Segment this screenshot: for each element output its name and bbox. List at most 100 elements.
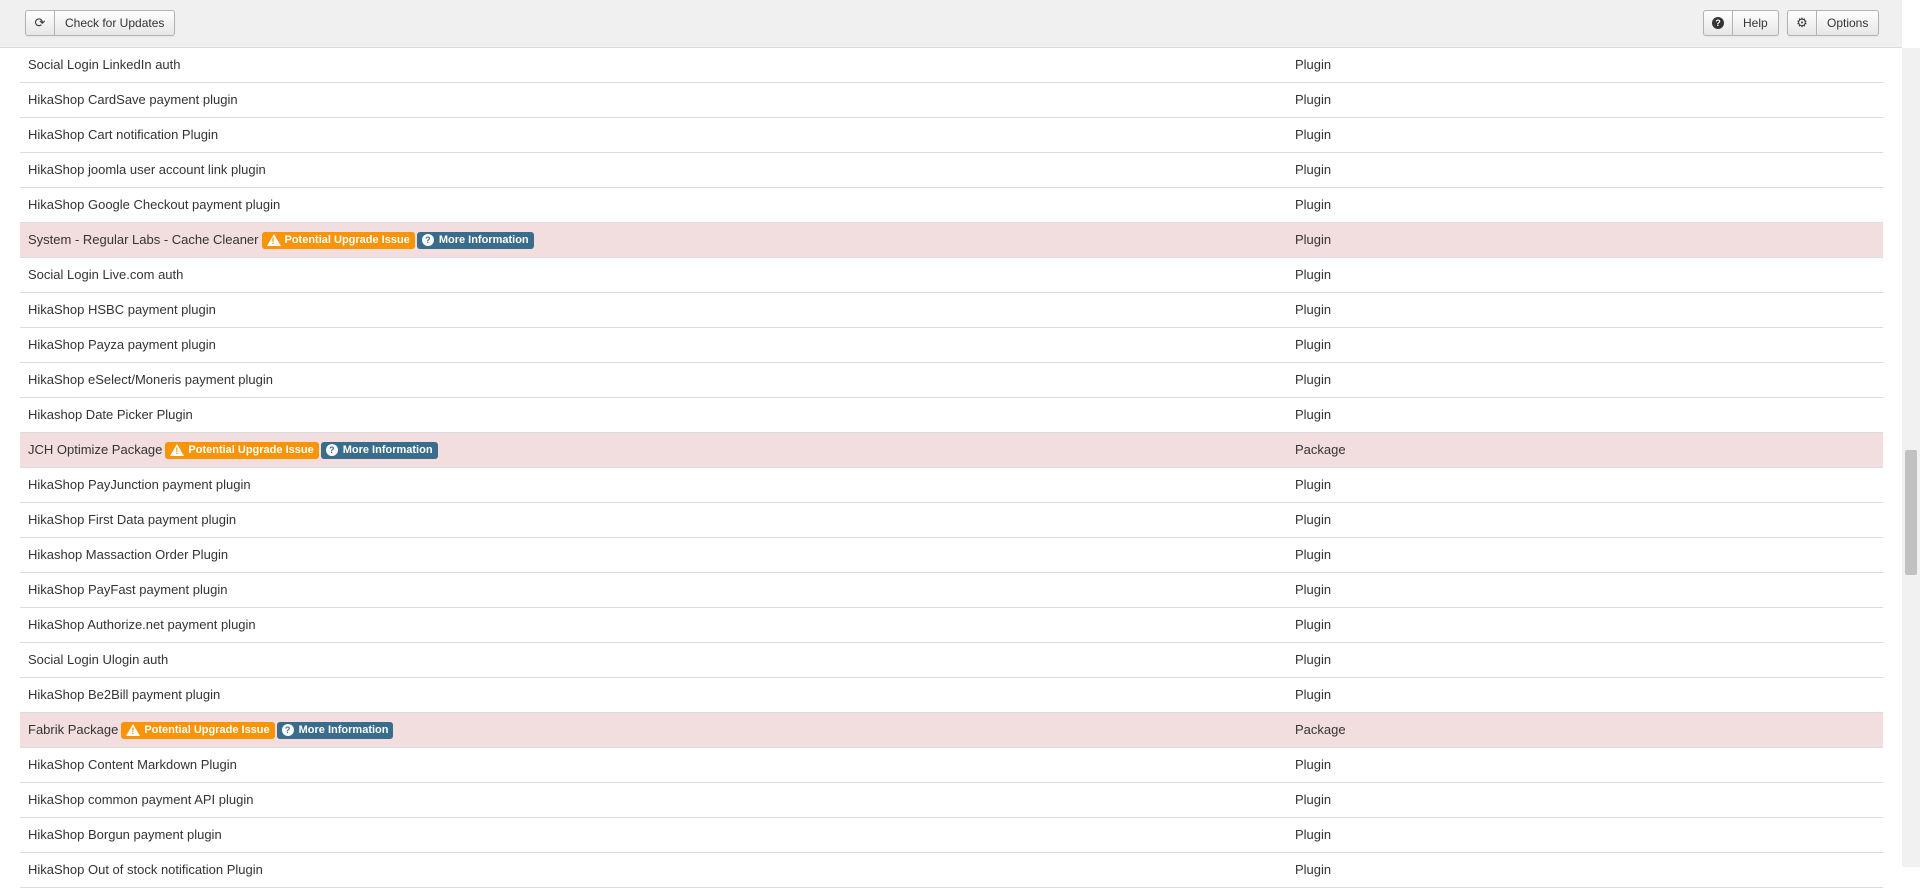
table-row: HikaShop First Data payment plugin Plugin <box>20 503 1883 538</box>
more-information-label: More Information <box>298 723 389 736</box>
extension-name: HikaShop Out of stock notification Plugi… <box>28 862 263 877</box>
extension-name-cell: Social Login Ulogin auth <box>28 643 168 677</box>
toolbar: ⟳ Check for Updates ? Help ⚙ Options <box>0 0 1902 48</box>
extension-type: Plugin <box>1295 792 1332 807</box>
extension-name-cell: HikaShop First Data payment plugin <box>28 503 236 537</box>
extension-type: Plugin <box>1295 477 1332 492</box>
help-button[interactable]: ? Help <box>1703 10 1779 36</box>
gear-icon: ⚙ <box>1788 11 1817 35</box>
extension-type: Plugin <box>1295 652 1332 667</box>
help-label: Help <box>1743 16 1768 30</box>
table-row: Hikashop Date Picker Plugin Plugin <box>20 398 1883 433</box>
table-row: HikaShop PayJunction payment plugin Plugi… <box>20 468 1883 503</box>
extension-type: Plugin <box>1295 232 1332 247</box>
table-row: HikaShop common payment API plugin Plugin <box>20 783 1883 818</box>
question-circle-icon: ? <box>325 444 338 456</box>
table-row: HikaShop Payza payment plugin Plugin <box>20 328 1883 363</box>
question-circle-icon: ? <box>281 724 294 736</box>
table-row: HikaShop eSelect/Moneris payment plugin P… <box>20 363 1883 398</box>
potential-upgrade-issue-badge: ! Potential Upgrade Issue <box>121 721 275 739</box>
extension-name-cell: HikaShop Content Markdown Plugin <box>28 748 237 782</box>
more-information-label: More Information <box>342 443 433 456</box>
question-circle-icon: ? <box>421 234 434 246</box>
options-button[interactable]: ⚙ Options <box>1787 10 1880 36</box>
refresh-icon: ⟳ <box>26 11 55 35</box>
extension-name: HikaShop eSelect/Moneris payment plugin <box>28 372 273 387</box>
table-row: HikaShop Content Markdown Plugin Plugin <box>20 748 1883 783</box>
extension-name: HikaShop Borgun payment plugin <box>28 827 222 842</box>
table-row: Social Login LinkedIn auth Plugin <box>20 48 1883 83</box>
extension-name: HikaShop joomla user account link plugin <box>28 162 266 177</box>
extension-name: HikaShop Be2Bill payment plugin <box>28 687 221 702</box>
scrollbar[interactable] <box>1902 48 1920 867</box>
extension-name-cell: System - Regular Labs - Cache Cleaner! Po… <box>28 223 534 257</box>
potential-upgrade-issue-badge: ! Potential Upgrade Issue <box>261 231 415 249</box>
extension-type: Plugin <box>1295 687 1332 702</box>
extension-name: HikaShop First Data payment plugin <box>28 512 237 527</box>
extension-type: Plugin <box>1295 582 1332 597</box>
extension-type: Plugin <box>1295 267 1332 282</box>
extension-type: Plugin <box>1295 547 1332 562</box>
more-information-label: More Information <box>438 233 529 246</box>
extension-type: Plugin <box>1295 162 1332 177</box>
extension-name: HikaShop CardSave payment plugin <box>28 92 238 107</box>
question-circle-icon: ? <box>1704 11 1733 35</box>
extension-name-cell: HikaShop Authorize.net payment plugin <box>28 608 256 642</box>
extension-name-cell: Hikashop Massaction Order Plugin <box>28 538 228 572</box>
extension-name: HikaShop Google Checkout payment plugin <box>28 197 281 212</box>
extension-type: Plugin <box>1295 337 1332 352</box>
table-row-warning: JCH Optimize Package! Potential Upgrade I… <box>20 433 1883 468</box>
table-row: HikaShop HSBC payment plugin Plugin <box>20 293 1883 328</box>
extension-name: Hikashop Massaction Order Plugin <box>28 547 229 562</box>
extension-name: Fabrik Package <box>28 722 119 737</box>
scrollbar-thumb[interactable] <box>1905 450 1917 575</box>
extension-type: Package <box>1295 722 1346 737</box>
extension-type: Plugin <box>1295 92 1332 107</box>
table-row: Social Login Live.com auth Plugin <box>20 258 1883 293</box>
extension-name: Hikashop Date Picker Plugin <box>28 407 193 422</box>
more-information-link[interactable]: ? More Information <box>276 721 394 739</box>
extension-name-cell: HikaShop Out of stock notification Plugi… <box>28 853 263 887</box>
extension-name: System - Regular Labs - Cache Cleaner <box>28 232 259 247</box>
extension-name: HikaShop Payza payment plugin <box>28 337 216 352</box>
more-information-link[interactable]: ? More Information <box>416 231 534 249</box>
warning-icon: ! <box>126 724 141 736</box>
extension-name-cell: HikaShop Be2Bill payment plugin <box>28 678 220 712</box>
extension-type: Package <box>1295 442 1346 457</box>
extension-type: Plugin <box>1295 862 1332 877</box>
extension-type: Plugin <box>1295 197 1332 212</box>
extension-name-cell: Social Login LinkedIn auth <box>28 48 181 82</box>
table-row: Hikashop Massaction Order Plugin Plugin <box>20 538 1883 573</box>
extension-name: HikaShop Authorize.net payment plugin <box>28 617 256 632</box>
warning-icon: ! <box>170 444 185 456</box>
extension-type: Plugin <box>1295 302 1332 317</box>
extension-name-cell: HikaShop common payment API plugin <box>28 783 253 817</box>
extension-name: HikaShop common payment API plugin <box>28 792 254 807</box>
options-label: Options <box>1827 16 1869 30</box>
extension-type: Plugin <box>1295 512 1332 527</box>
extension-name-cell: HikaShop Borgun payment plugin <box>28 818 222 852</box>
extension-name: Social Login Ulogin auth <box>28 652 169 667</box>
table-row: HikaShop PayFast payment plugin Plugin <box>20 573 1883 608</box>
extension-name-cell: HikaShop CardSave payment plugin <box>28 83 238 117</box>
table-row: HikaShop joomla user account link plugin… <box>20 153 1883 188</box>
extension-name-cell: HikaShop Cart notification Plugin <box>28 118 218 152</box>
extension-name-cell: Fabrik Package! Potential Upgrade Issue? M… <box>28 713 394 747</box>
extension-type: Plugin <box>1295 57 1332 72</box>
check-for-updates-label: Check for Updates <box>65 16 165 30</box>
table-row-warning: Fabrik Package! Potential Upgrade Issue? M… <box>20 713 1883 748</box>
extension-name-cell: HikaShop joomla user account link plugin <box>28 153 266 187</box>
extensions-table: Social Login LinkedIn auth Plugin HikaShop… <box>20 48 1883 888</box>
extension-name: HikaShop PayFast payment plugin <box>28 582 228 597</box>
table-row: HikaShop Google Checkout payment plugin P… <box>20 188 1883 223</box>
potential-upgrade-issue-badge: ! Potential Upgrade Issue <box>165 441 319 459</box>
more-information-link[interactable]: ? More Information <box>320 441 438 459</box>
check-for-updates-button[interactable]: ⟳ Check for Updates <box>25 10 176 36</box>
extension-name: HikaShop PayJunction payment plugin <box>28 477 251 492</box>
table-row: HikaShop Cart notification Plugin Plugin <box>20 118 1883 153</box>
table-row: Social Login Ulogin auth Plugin <box>20 643 1883 678</box>
extension-type: Plugin <box>1295 617 1332 632</box>
extension-name: JCH Optimize Package <box>28 442 163 457</box>
table-row: HikaShop Be2Bill payment plugin Plugin <box>20 678 1883 713</box>
potential-upgrade-issue-label: Potential Upgrade Issue <box>188 443 314 456</box>
